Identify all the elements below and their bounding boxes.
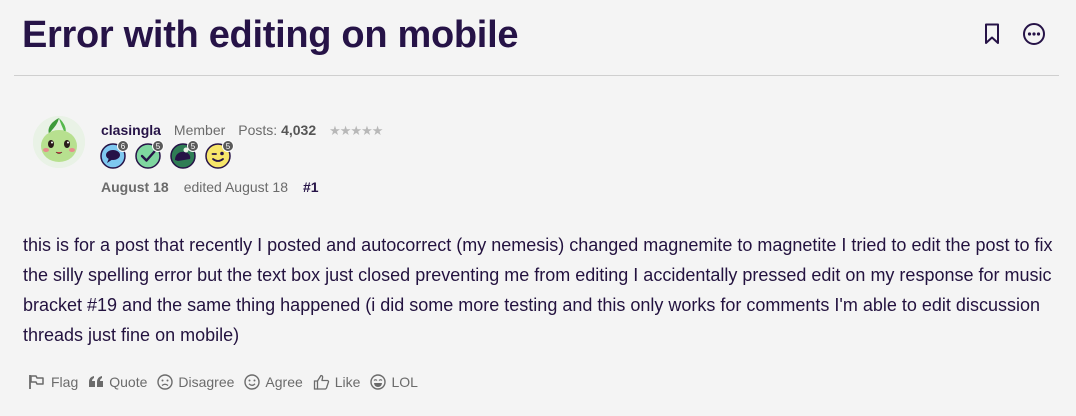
checkmark-badge[interactable]: 5 xyxy=(135,140,164,169)
speech-bubble-badge[interactable]: 6 xyxy=(100,140,129,169)
lol-button[interactable]: LOL xyxy=(370,374,418,390)
badges: 6 5 5 5 xyxy=(100,140,234,169)
like-label: Like xyxy=(334,374,361,390)
flag-icon xyxy=(28,374,46,390)
disagree-button[interactable]: Disagree xyxy=(157,374,234,390)
badge-count: 5 xyxy=(187,140,199,152)
badge-count: 5 xyxy=(222,140,234,152)
flag-button[interactable]: Flag xyxy=(28,374,78,390)
posts-count: 4,032 xyxy=(281,122,317,138)
post-meta: August 18 edited August 18 #1 xyxy=(101,179,319,195)
lol-label: LOL xyxy=(391,374,418,390)
author-meta: clasingla Member Posts: 4,032 ★★★★★ xyxy=(101,122,383,139)
bookmark-icon[interactable] xyxy=(980,22,1004,46)
title-divider xyxy=(14,75,1059,76)
posts-label: Posts: xyxy=(238,122,278,138)
quote-button[interactable]: Quote xyxy=(88,374,147,390)
agree-face-icon xyxy=(244,374,261,390)
avatar[interactable] xyxy=(33,116,85,168)
post-edited: edited August 18 xyxy=(183,179,288,195)
title-actions xyxy=(980,22,1046,46)
thumbs-up-icon xyxy=(313,374,330,390)
post-body: this is for a post that recently I poste… xyxy=(23,235,1053,345)
reaction-bar: Flag Quote Disagree Agree Like LOL xyxy=(28,374,418,390)
rank-stars: ★★★★★ xyxy=(329,123,383,138)
disagree-face-icon xyxy=(157,374,174,390)
post-permalink[interactable]: #1 xyxy=(303,179,319,195)
like-button[interactable]: Like xyxy=(313,374,361,390)
author-username[interactable]: clasingla xyxy=(101,122,161,138)
page-title: Error with editing on mobile xyxy=(22,14,519,56)
quote-icon xyxy=(88,375,104,389)
flag-label: Flag xyxy=(51,374,79,390)
laughing-face-icon xyxy=(370,374,387,390)
quote-label: Quote xyxy=(109,374,148,390)
badge-count: 6 xyxy=(117,140,129,152)
author-role: Member xyxy=(173,122,226,138)
post-date[interactable]: August 18 xyxy=(101,179,169,195)
badge-count: 5 xyxy=(152,140,164,152)
comment-bubble-badge[interactable]: 5 xyxy=(170,140,199,169)
agree-label: Agree xyxy=(265,374,303,390)
agree-button[interactable]: Agree xyxy=(244,374,303,390)
more-options-icon[interactable] xyxy=(1022,22,1046,46)
wink-face-badge[interactable]: 5 xyxy=(205,140,234,169)
disagree-label: Disagree xyxy=(178,374,235,390)
